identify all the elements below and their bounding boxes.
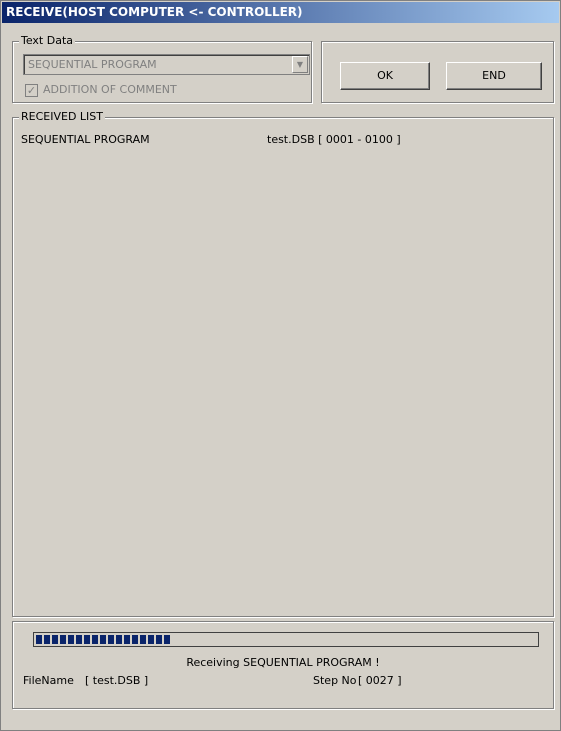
progress-group: Receiving SEQUENTIAL PROGRAM ! FileName … (12, 621, 554, 709)
step-no-value: [ 0027 ] (358, 674, 402, 687)
end-button[interactable]: END (446, 62, 542, 90)
progress-fill (36, 635, 171, 644)
filename-value: [ test.DSB ] (85, 674, 149, 687)
list-item-name: SEQUENTIAL PROGRAM (21, 133, 150, 146)
step-no-label: Step No (313, 674, 357, 687)
list-item-detail: test.DSB [ 0001 - 0100 ] (267, 133, 401, 146)
text-data-label: Text Data (19, 34, 76, 48)
ok-button[interactable]: OK (340, 62, 430, 90)
chevron-down-icon[interactable]: ▼ (292, 56, 308, 73)
program-type-value: SEQUENTIAL PROGRAM (28, 58, 157, 71)
addition-of-comment-checkbox[interactable]: ✓ (25, 84, 38, 97)
progress-bar (33, 632, 539, 647)
filename-label: FileName (23, 674, 74, 687)
received-list-group: RECEIVED LIST SEQUENTIAL PROGRAM test.DS… (12, 110, 554, 617)
received-list-label: RECEIVED LIST (19, 110, 105, 124)
text-data-group: Text Data SEQUENTIAL PROGRAM ▼ ✓ ADDITIO… (12, 34, 312, 103)
addition-of-comment-label: ADDITION OF COMMENT (43, 83, 177, 96)
action-buttons-group: OK END (321, 41, 554, 103)
list-item[interactable]: SEQUENTIAL PROGRAM test.DSB [ 0001 - 010… (21, 133, 541, 147)
program-type-select[interactable]: SEQUENTIAL PROGRAM ▼ (23, 54, 310, 75)
window-title: RECEIVE(HOST COMPUTER <- CONTROLLER) (2, 2, 559, 23)
receive-dialog: RECEIVE(HOST COMPUTER <- CONTROLLER) Tex… (0, 0, 561, 731)
status-text: Receiving SEQUENTIAL PROGRAM ! (186, 656, 380, 669)
